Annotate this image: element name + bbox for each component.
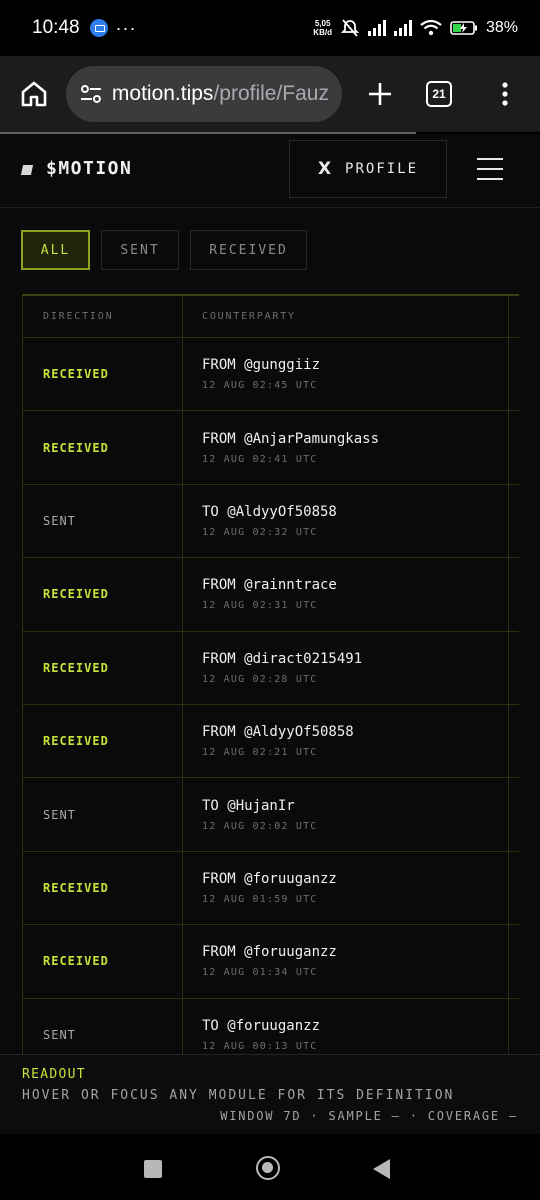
direction-cell: RECEIVED <box>23 338 183 411</box>
counterparty-handle[interactable]: FROM @AnjarPamungkass <box>202 431 508 447</box>
header-counterparty: COUNTERPARTY <box>183 296 509 337</box>
counterparty-cell: FROM @rainntrace 12 AUG 02:31 UTC <box>183 558 509 631</box>
counterparty-handle[interactable]: FROM @foruuganzz <box>202 944 508 960</box>
transaction-time: 12 AUG 02:31 UTC <box>202 600 318 612</box>
table-row[interactable]: RECEIVED FROM @foruuganzz 12 AUG 01:59 UTC <box>23 851 519 926</box>
browser-toolbar: motion.tips/profile/Fauz 21 <box>0 56 540 132</box>
counterparty-handle[interactable]: FROM @diract0215491 <box>202 651 508 667</box>
battery-charging-icon <box>450 21 477 35</box>
transactions-table: DIRECTION COUNTERPARTY RECEIVED FROM @gun… <box>22 294 519 1072</box>
brand-title[interactable]: $MOTION <box>46 158 132 179</box>
wifi-icon <box>420 20 442 36</box>
table-row[interactable]: RECEIVED FROM @rainntrace 12 AUG 02:31 UTC <box>23 558 519 632</box>
table-row[interactable]: SENT TO @HujanIr 12 AUG 02:02 UTC <box>23 778 519 852</box>
tab-switcher-icon[interactable]: 21 <box>426 81 452 107</box>
site-content: $MOTION X PROFILE ALL SENT RECEIVED DIRE… <box>0 134 540 1134</box>
counterparty-cell: FROM @foruuganzz 12 AUG 01:59 UTC <box>183 851 509 925</box>
system-nav-bar <box>0 1134 540 1200</box>
table-row[interactable]: RECEIVED FROM @gunggiiz 12 AUG 02:45 UTC <box>23 338 519 412</box>
table-row[interactable]: RECEIVED FROM @AldyyOf50858 12 AUG 02:21 U… <box>23 704 519 779</box>
site-header: $MOTION X PROFILE <box>0 134 540 208</box>
counterparty-cell: FROM @AnjarPamungkass 12 AUG 02:41 UTC <box>183 411 509 484</box>
counterparty-handle[interactable]: FROM @gunggiiz <box>202 357 508 373</box>
counterparty-cell: FROM @diract0215491 12 AUG 02:28 UTC <box>183 631 509 704</box>
counterparty-handle[interactable]: TO @foruuganzz <box>202 1018 508 1034</box>
status-bar: 10:48 ··· 5,05 KB/d 38% <box>0 0 540 56</box>
counterparty-cell: FROM @AldyyOf50858 12 AUG 02:21 UTC <box>183 704 509 778</box>
new-tab-icon[interactable] <box>367 81 393 107</box>
transaction-time: 12 AUG 02:32 UTC <box>202 526 318 538</box>
transaction-time: 12 AUG 02:02 UTC <box>202 820 318 832</box>
brand-logo-icon <box>20 165 34 175</box>
x-logo-icon: X <box>317 159 334 179</box>
direction-cell: RECEIVED <box>23 558 183 631</box>
filter-received[interactable]: RECEIVED <box>190 230 307 270</box>
direction-cell: RECEIVED <box>23 411 183 484</box>
profile-button[interactable]: X PROFILE <box>289 140 447 198</box>
counterparty-handle[interactable]: TO @AldyyOf50858 <box>202 504 508 520</box>
transaction-time: 12 AUG 00:13 UTC <box>202 1040 318 1052</box>
direction-cell: RECEIVED <box>23 704 183 778</box>
url-text[interactable]: motion.tips/profile/Fauz <box>112 82 328 106</box>
home-icon[interactable] <box>18 78 50 110</box>
nav-home-icon[interactable] <box>256 1156 280 1180</box>
more-notifications-icon: ··· <box>115 17 137 38</box>
messenger-icon <box>89 19 108 37</box>
mute-icon <box>340 19 360 37</box>
status-icons: 5,05 KB/d 38% <box>313 18 518 38</box>
counterparty-cell: FROM @foruuganzz 12 AUG 01:34 UTC <box>183 925 509 998</box>
net-speed: 5,05 KB/d <box>313 19 332 37</box>
table-header: DIRECTION COUNTERPARTY <box>23 296 519 338</box>
recents-icon[interactable] <box>144 1160 162 1178</box>
readout-title: READOUT <box>22 1067 86 1082</box>
filter-tabs: ALL SENT RECEIVED <box>21 230 307 270</box>
transaction-time: 12 AUG 02:21 UTC <box>202 747 318 759</box>
transaction-time: 12 AUG 01:59 UTC <box>202 893 318 905</box>
direction-cell: RECEIVED <box>23 631 183 704</box>
direction-cell: RECEIVED <box>23 925 183 998</box>
counterparty-handle[interactable]: TO @HujanIr <box>202 798 508 814</box>
filter-all[interactable]: ALL <box>21 230 90 270</box>
readout-meta: WINDOW 7D · SAMPLE — · COVERAGE — <box>220 1109 518 1123</box>
direction-cell: SENT <box>23 484 183 558</box>
signal-icon <box>367 20 386 36</box>
transaction-time: 12 AUG 02:28 UTC <box>202 673 318 685</box>
back-icon[interactable] <box>373 1159 390 1179</box>
transaction-time: 12 AUG 02:45 UTC <box>202 380 318 392</box>
counterparty-handle[interactable]: FROM @rainntrace <box>202 577 508 593</box>
counterparty-cell: TO @AldyyOf50858 12 AUG 02:32 UTC <box>183 484 509 558</box>
table-row[interactable]: RECEIVED FROM @AnjarPamungkass 12 AUG 02:4… <box>23 411 519 485</box>
direction-cell: SENT <box>23 778 183 851</box>
readout-text: HOVER OR FOCUS ANY MODULE FOR ITS DEFINI… <box>22 1088 455 1103</box>
table-row[interactable]: RECEIVED FROM @foruuganzz 12 AUG 01:34 UTC <box>23 925 519 999</box>
address-bar[interactable]: motion.tips/profile/Fauz <box>66 66 342 122</box>
profile-button-label: PROFILE <box>345 161 419 177</box>
signal-icon <box>393 20 412 36</box>
status-time: 10:48 <box>32 17 80 38</box>
table-row[interactable]: SENT TO @AldyyOf50858 12 AUG 02:32 UTC <box>23 484 519 559</box>
counterparty-cell: TO @HujanIr 12 AUG 02:02 UTC <box>183 778 509 851</box>
site-settings-icon[interactable] <box>80 84 102 104</box>
table-body: RECEIVED FROM @gunggiiz 12 AUG 02:45 UTC RE… <box>23 338 519 1072</box>
transaction-time: 12 AUG 02:41 UTC <box>202 453 318 465</box>
direction-cell: RECEIVED <box>23 851 183 925</box>
hamburger-menu-icon[interactable] <box>477 158 503 180</box>
readout-panel: READOUT HOVER OR FOCUS ANY MODULE FOR IT… <box>0 1054 540 1134</box>
more-menu-icon[interactable] <box>501 81 509 107</box>
table-row[interactable]: RECEIVED FROM @diract0215491 12 AUG 02:28 … <box>23 631 519 705</box>
counterparty-cell: FROM @gunggiiz 12 AUG 02:45 UTC <box>183 338 509 411</box>
header-direction: DIRECTION <box>23 296 183 337</box>
filter-sent[interactable]: SENT <box>101 230 179 270</box>
transaction-time: 12 AUG 01:34 UTC <box>202 967 318 979</box>
battery-percent: 38% <box>485 19 518 36</box>
counterparty-handle[interactable]: FROM @foruuganzz <box>202 871 508 887</box>
counterparty-handle[interactable]: FROM @AldyyOf50858 <box>202 724 508 740</box>
